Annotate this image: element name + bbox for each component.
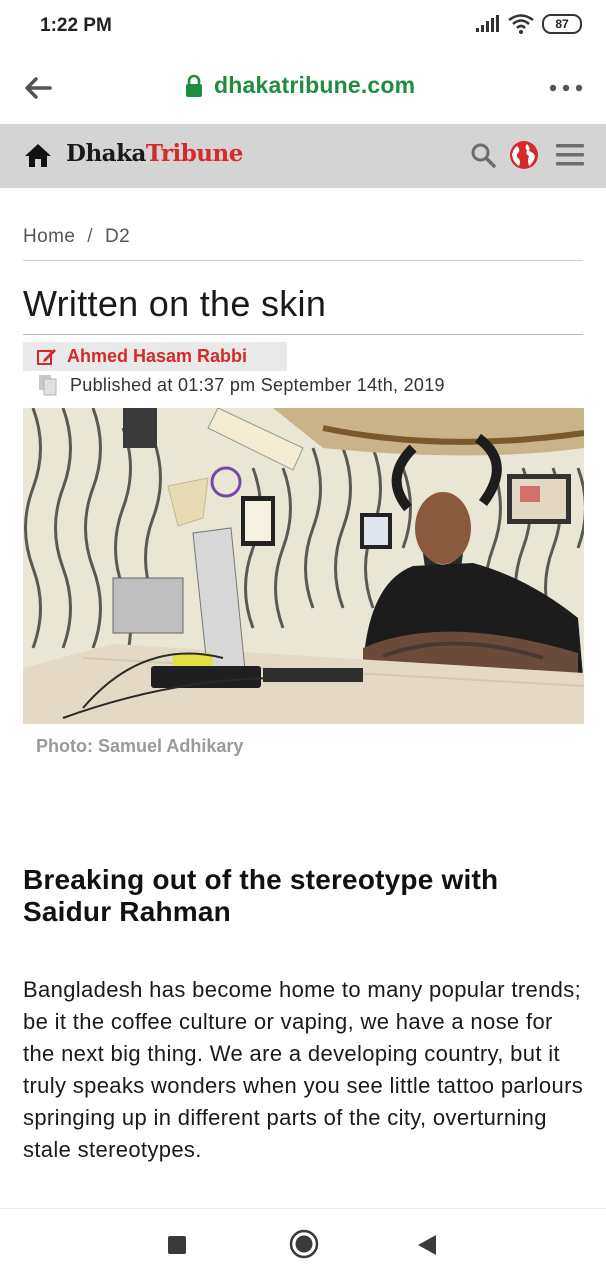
battery-indicator: 87	[542, 14, 582, 34]
author-name: Ahmed Hasam Rabbi	[67, 346, 248, 366]
article-title: Written on the skin	[23, 283, 327, 324]
article-subhead: Breaking out of the stereotype with Said…	[23, 864, 499, 927]
breadcrumb-separator: /	[87, 226, 93, 247]
globe-icon[interactable]	[509, 140, 539, 170]
home-icon[interactable]	[24, 142, 52, 168]
title-divider	[23, 334, 583, 335]
document-icon	[39, 375, 57, 396]
signal-icon	[476, 15, 499, 32]
url-field[interactable]: dhakatribune.com	[184, 72, 415, 99]
status-icons: 87	[476, 14, 582, 34]
url-text: dhakatribune.com	[214, 72, 416, 98]
brand-dhaka: Dhaka	[66, 140, 146, 167]
brand-tribune: Tribune	[145, 140, 243, 167]
edit-icon	[37, 348, 56, 365]
status-time: 1:22 PM	[40, 15, 112, 36]
more-options-icon[interactable]	[548, 80, 584, 96]
article-photo	[23, 408, 584, 724]
publish-info: Published at 01:37 pm September 14th, 20…	[38, 374, 445, 396]
hamburger-menu-icon[interactable]	[556, 142, 584, 168]
back-arrow-icon[interactable]	[22, 72, 54, 104]
lock-icon	[186, 74, 202, 97]
photo-illustration	[23, 408, 584, 724]
breadcrumb-divider	[23, 260, 583, 261]
breadcrumb: Home / D2	[23, 226, 583, 248]
author-byline[interactable]: Ahmed Hasam Rabbi	[23, 342, 287, 371]
breadcrumb-home[interactable]: Home	[23, 226, 75, 247]
article-body: Bangladesh has become home to many popul…	[23, 977, 584, 1162]
search-icon[interactable]	[470, 142, 496, 168]
site-header: DhakaTribune	[0, 124, 606, 188]
wifi-icon	[508, 14, 534, 34]
photo-caption: Photo: Samuel Adhikary	[36, 736, 244, 756]
system-nav-bar	[0, 1208, 606, 1280]
publish-date: Published at 01:37 pm September 14th, 20…	[70, 374, 445, 395]
recents-button[interactable]	[168, 1236, 186, 1254]
breadcrumb-d2[interactable]: D2	[105, 226, 130, 247]
browser-url-bar: dhakatribune.com	[0, 52, 606, 124]
home-button-icon[interactable]	[289, 1229, 319, 1259]
site-logo[interactable]: DhakaTribune	[66, 140, 243, 167]
status-bar: 1:22 PM 87	[0, 0, 606, 52]
back-button-icon[interactable]	[416, 1233, 438, 1257]
